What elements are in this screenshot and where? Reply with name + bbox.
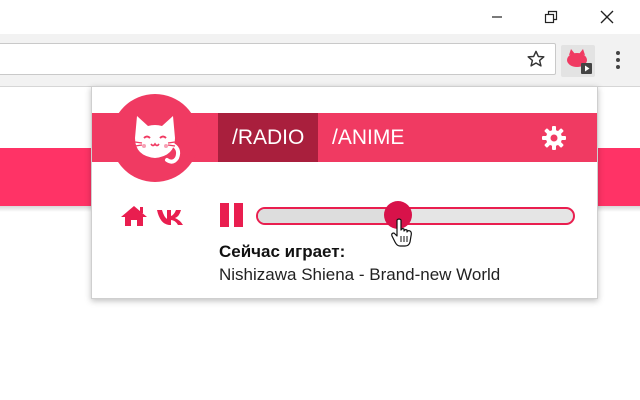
volume-slider[interactable] — [256, 207, 575, 225]
restore-button[interactable] — [528, 0, 574, 34]
star-icon[interactable] — [527, 50, 545, 68]
minimize-icon — [492, 16, 502, 18]
tab-radio[interactable]: /RADIO — [218, 113, 318, 162]
minimize-button[interactable] — [474, 0, 520, 34]
window-titlebar — [0, 0, 640, 34]
vk-icon[interactable] — [156, 208, 186, 226]
hand-cursor-icon — [391, 218, 412, 247]
gear-icon[interactable] — [541, 125, 567, 151]
now-playing-label: Сейчас играет: — [219, 242, 346, 261]
pause-icon[interactable] — [220, 203, 244, 227]
kebab-menu-icon[interactable] — [612, 48, 624, 72]
close-button[interactable] — [584, 0, 630, 34]
close-icon — [600, 10, 614, 24]
cat-radio-extension-icon — [567, 49, 592, 74]
tab-anime[interactable]: /ANIME — [318, 113, 418, 162]
address-bar[interactable] — [0, 43, 556, 75]
cat-logo — [111, 94, 199, 182]
track-title: Nishizawa Shiena - Brand-new World — [219, 265, 501, 284]
extension-popup: /RADIO /ANIME Сейчас играет: Nishizawa S… — [91, 86, 598, 299]
restore-icon — [544, 10, 558, 24]
home-icon[interactable] — [120, 205, 148, 227]
volume-slider-fill — [258, 209, 397, 223]
cat-logo-icon — [134, 116, 181, 164]
extension-button[interactable] — [561, 45, 595, 77]
